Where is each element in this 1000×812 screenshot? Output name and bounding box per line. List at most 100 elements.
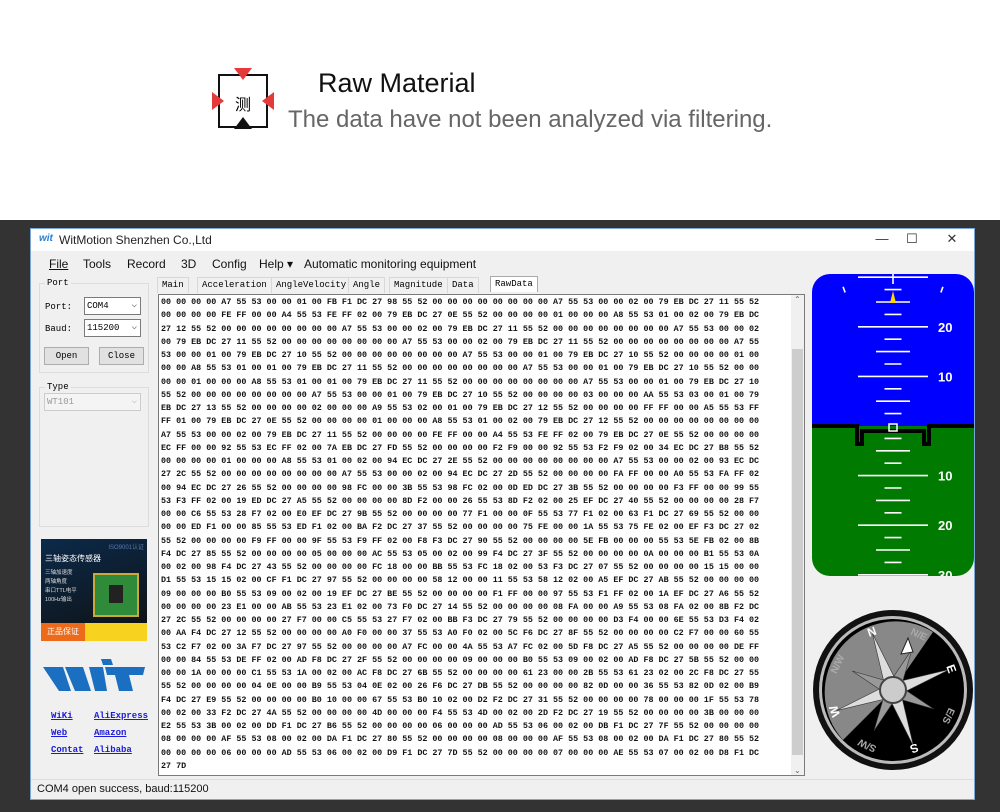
banner-subtitle: The data have not been analyzed via filt…	[288, 106, 773, 133]
compass-hub	[879, 676, 907, 704]
tab-rawdata[interactable]: RawData	[490, 276, 538, 292]
raw-data-line: EB DC 27 13 55 52 00 00 00 00 02 00 00 0…	[161, 403, 760, 413]
baud-label: Baud:	[45, 324, 73, 334]
status-text: COM4 open success, baud:115200	[37, 783, 209, 795]
raw-data-line: 09 00 00 00 B0 55 53 09 00 02 00 19 EF D…	[161, 588, 760, 599]
raw-data-line: FF 01 00 79 EB DC 27 0E 55 52 00 00 00 0…	[161, 416, 760, 427]
raw-data-line: 55 52 00 00 00 00 F9 FF 00 00 9F 55 53 F…	[161, 535, 760, 546]
title-bar[interactable]: wit WitMotion Shenzhen Co.,Ltd — ☐ ✕	[31, 229, 974, 251]
raw-data-line: D1 55 53 15 15 02 00 CF F1 DC 27 97 55 5…	[161, 575, 760, 586]
ad-cert: ISO9001认证	[108, 545, 144, 551]
sensor-board-image	[93, 573, 139, 617]
raw-data-textarea[interactable]: 00 00 00 00 A7 55 53 00 00 01 00 FB F1 D…	[158, 294, 805, 776]
raw-data-lines: 00 00 00 00 A7 55 53 00 00 01 00 FB F1 D…	[161, 296, 759, 773]
tab-data[interactable]: Data	[447, 277, 479, 293]
raw-data-line: 00 02 00 33 F2 DC 27 4A 55 52 00 00 00 0…	[161, 707, 760, 718]
raw-data-line: 00 00 C6 55 53 28 F7 02 00 E0 EF DC 27 9…	[161, 509, 760, 519]
raw-data-line: 00 00 84 55 53 DE FF 02 00 AD F8 DC 27 2…	[161, 654, 760, 665]
raw-data-line: 27 2C 55 52 00 00 00 00 00 00 00 00 A7 5…	[161, 469, 760, 480]
type-value: WT101	[47, 397, 75, 407]
menu-help[interactable]: Help ▾	[259, 257, 293, 271]
menu-tools[interactable]: Tools	[83, 257, 111, 271]
pitch-label: 20	[938, 320, 952, 335]
alibaba-link[interactable]: Alibaba	[94, 745, 132, 755]
tab-main[interactable]: Main	[157, 277, 189, 293]
raw-data-line: 08 00 00 00 AF 55 53 08 00 02 00 DA F1 D…	[161, 734, 760, 745]
raw-data-line: 00 00 A8 55 53 01 00 01 00 79 EB DC 27 1…	[161, 363, 760, 374]
raw-data-line: 00 00 ED F1 00 00 85 55 53 ED F1 02 00 B…	[161, 522, 760, 533]
amazon-link[interactable]: Amazon	[94, 728, 126, 738]
menu-config[interactable]: Config	[212, 257, 247, 271]
minimize-button[interactable]: —	[867, 231, 897, 246]
chevron-down-icon: ⌵	[131, 322, 137, 332]
raw-data-line: 27 12 55 52 00 00 00 00 00 00 00 00 A7 5…	[161, 323, 760, 334]
pitch-label: 10	[938, 469, 952, 484]
raw-data-line: 55 52 00 00 00 00 00 00 00 00 A7 55 53 0…	[161, 389, 760, 400]
contact-link[interactable]: Contat	[51, 745, 83, 755]
type-select[interactable]: WT101 ⌵	[44, 393, 141, 411]
port-label: Port:	[45, 302, 73, 312]
wiki-link[interactable]: WiKi	[51, 711, 73, 721]
ad-feature: 100Hz输出	[45, 597, 72, 603]
vertical-scrollbar[interactable]: ⌃ ⌄	[791, 295, 804, 775]
baud-select[interactable]: 115200 ⌵	[84, 319, 141, 337]
tab-acceleration[interactable]: Acceleration	[197, 277, 272, 293]
status-bar: COM4 open success, baud:115200	[31, 779, 974, 799]
raw-data-line: 00 00 00 00 23 E1 00 00 AB 55 53 23 E1 0…	[161, 601, 760, 612]
raw-data-line: 00 94 EC DC 27 26 55 52 00 00 00 00 98 F…	[161, 482, 760, 493]
pitch-label: 20	[938, 518, 952, 533]
menu-record[interactable]: Record	[127, 257, 166, 271]
chevron-down-icon: ⌵	[131, 300, 137, 310]
ad-feature: 三轴加速度	[45, 570, 73, 576]
raw-data-line: 27 2C 55 52 00 00 00 00 27 F7 00 00 C5 5…	[161, 615, 760, 625]
logo-char: 测	[235, 97, 252, 114]
ad-badge: 正品保证	[41, 623, 85, 641]
wit-logo	[43, 659, 145, 691]
raw-data-line: 55 52 00 00 00 00 04 0E 00 00 B9 55 53 0…	[161, 681, 760, 692]
ad-headline: 三轴姿态传感器	[45, 554, 101, 563]
ad-feature: 两轴角度	[45, 579, 68, 585]
tab-angle[interactable]: Angle	[348, 277, 386, 293]
ad-footer: 正品保证	[41, 623, 147, 641]
raw-data-line: EC FF 00 00 92 55 53 EC FF 02 00 7A EB D…	[161, 442, 760, 453]
tab-magnitude[interactable]: Magnitude	[389, 277, 448, 293]
baud-value: 115200	[87, 323, 120, 333]
ground	[812, 426, 974, 576]
type-group-legend: Type	[45, 382, 71, 392]
close-button[interactable]: ✕	[937, 231, 967, 247]
maximize-button[interactable]: ☐	[897, 231, 927, 247]
web-link[interactable]: Web	[51, 728, 67, 738]
port-group-legend: Port	[45, 278, 71, 288]
raw-data-line: 00 00 01 00 00 00 A8 55 53 01 00 01 00 7…	[161, 376, 760, 387]
aliexpress-link[interactable]: AliExpress	[94, 711, 148, 721]
menu-3d[interactable]: 3D	[181, 257, 196, 271]
raw-data-line: F4 DC 27 85 55 52 00 00 00 00 05 00 00 0…	[161, 548, 760, 559]
scroll-up-icon[interactable]: ⌃	[794, 295, 801, 304]
product-ad-image[interactable]: ISO9001认证 三轴姿态传感器 三轴加速度两轴角度串口TTL电平 100Hz输…	[41, 539, 147, 641]
tab-anglevelocity[interactable]: AngleVelocity	[271, 277, 352, 293]
open-button[interactable]: Open	[44, 347, 89, 365]
raw-data-line: 00 00 00 00 A7 55 53 00 00 01 00 FB F1 D…	[161, 297, 760, 307]
raw-data-line: 00 00 00 00 01 00 00 00 A8 55 53 01 00 0…	[161, 456, 760, 466]
raw-data-line: 00 AA F4 DC 27 12 55 52 00 00 00 00 A0 F…	[161, 628, 760, 639]
port-value: COM4	[87, 301, 109, 311]
window-title: WitMotion Shenzhen Co.,Ltd	[59, 233, 212, 247]
close-port-button[interactable]: Close	[99, 347, 144, 365]
ad-features: 三轴加速度两轴角度串口TTL电平 100Hz输出	[45, 569, 77, 605]
chevron-down-icon: ⌵	[131, 396, 137, 406]
pitch-label: 10	[938, 369, 952, 384]
banner: 测 Raw Material The data have not been an…	[0, 0, 1000, 220]
port-select[interactable]: COM4 ⌵	[84, 297, 141, 315]
raw-data-line: 00 00 00 00 06 00 00 00 AD 55 53 06 00 0…	[161, 747, 760, 758]
compass: N N/EEE/SSS/WWN/W	[813, 610, 973, 770]
raw-data-line: 00 00 1A 00 00 00 C1 55 53 1A 00 02 00 A…	[161, 668, 760, 678]
pitch-label: 30	[938, 568, 952, 578]
raw-data-line: E2 55 53 3B 00 02 00 DD F1 DC 27 B6 55 5…	[161, 721, 760, 731]
scrollbar-thumb[interactable]	[792, 349, 803, 755]
menu-file[interactable]: File	[49, 257, 68, 271]
raw-data-line: 53 F3 FF 02 00 19 ED DC 27 A5 55 52 00 0…	[161, 495, 760, 506]
raw-data-line: 00 79 EB DC 27 11 55 52 00 00 00 00 00 0…	[161, 336, 760, 347]
scroll-down-icon[interactable]: ⌄	[794, 766, 801, 775]
raw-data-line: 53 C2 F7 02 00 3A F7 DC 27 97 55 52 00 0…	[161, 641, 760, 652]
ad-feature: 串口TTL电平	[45, 588, 77, 594]
